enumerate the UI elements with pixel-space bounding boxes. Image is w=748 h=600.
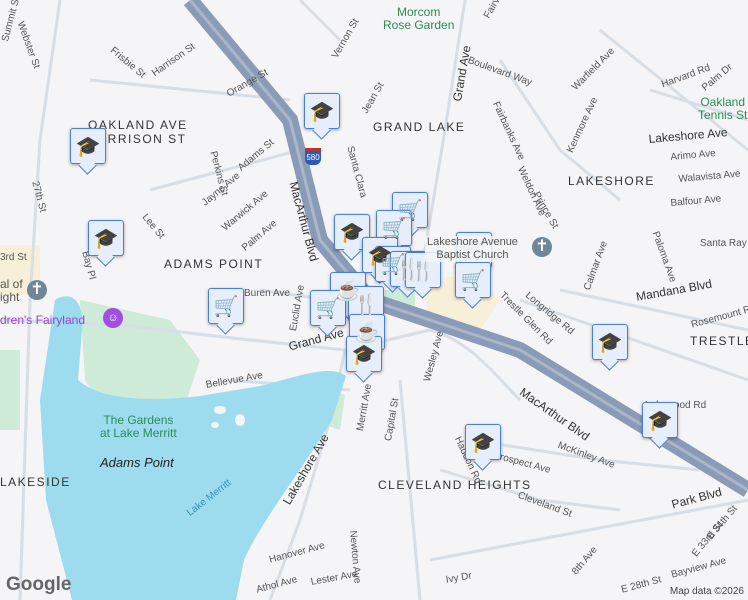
area-label: TRESTLE	[690, 334, 748, 348]
area-label: GRAND LAKE	[373, 120, 466, 134]
poi-church[interactable]: Lakeshore Avenue Baptist Church	[425, 236, 520, 262]
area-label: LAKESHORE	[568, 174, 655, 188]
street-label: Santa Ray	[700, 238, 747, 249]
area-label: LAKESIDE	[0, 475, 71, 489]
school-marker-icon[interactable]: 🎓	[642, 402, 678, 438]
school-marker-icon[interactable]: 🎓	[304, 93, 340, 129]
church-icon[interactable]: ✝	[27, 280, 47, 300]
school-marker-icon[interactable]: 🎓	[465, 424, 501, 460]
poi-fairyland[interactable]: dren's Fairyland	[0, 314, 85, 327]
fairyland-icon[interactable]: ☺	[103, 308, 123, 328]
school-marker-icon[interactable]: 🎓	[592, 324, 628, 360]
cart-marker-icon[interactable]: 🛒	[455, 262, 491, 298]
cart-marker-icon[interactable]: 🛒	[208, 288, 244, 324]
water-label: Adams Point	[100, 455, 174, 470]
street-label: Buren Ave	[244, 288, 290, 299]
school-marker-icon[interactable]: 🎓	[70, 128, 106, 164]
i580-shield-icon: 580	[305, 148, 321, 165]
poi-morcom-rose-garden[interactable]: Morcom Rose Garden	[383, 6, 454, 32]
church-icon[interactable]: ✝	[532, 237, 552, 257]
google-logo: Google	[6, 574, 72, 595]
street-label: 3rd St	[0, 252, 27, 263]
poi-oakland-tennis[interactable]: Oakland Tennis St	[698, 96, 747, 122]
map-attribution[interactable]: Map data ©2026	[670, 586, 744, 597]
area-label: CLEVELAND HEIGHTS	[378, 478, 532, 492]
poi-gardens[interactable]: The Gardens at Lake Merritt	[100, 414, 177, 440]
poi-cathedral[interactable]: al of ight	[0, 278, 23, 304]
school-marker-icon[interactable]: 🎓	[88, 220, 124, 256]
area-label: ADAMS POINT	[164, 257, 264, 271]
